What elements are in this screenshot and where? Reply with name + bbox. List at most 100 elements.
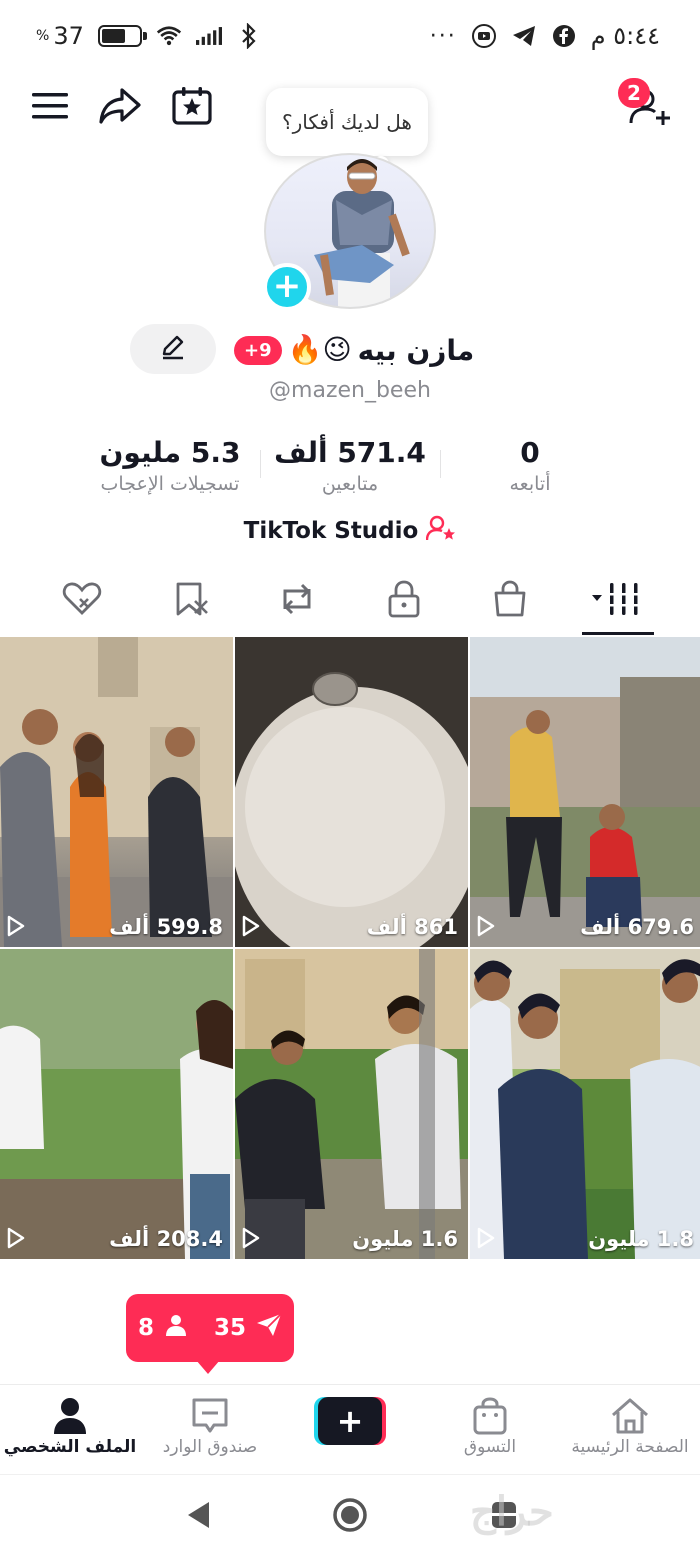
wifi-icon: [156, 23, 182, 49]
nav-profile[interactable]: الملف الشخصي: [0, 1395, 140, 1457]
shop-bag-icon: [420, 1395, 560, 1437]
back-triangle-icon: [185, 1500, 211, 1534]
heart-hidden-icon: [62, 581, 102, 621]
nav-shop-label: التسوق: [463, 1437, 517, 1457]
pencil-icon: [160, 334, 186, 364]
view-count: 1.6 مليون: [352, 1227, 458, 1251]
repost-icon: [277, 581, 317, 621]
add-story-button[interactable]: +: [263, 263, 311, 311]
view-count: 599.8 ألف: [109, 915, 223, 939]
stat-following[interactable]: 0 أتابعه: [430, 436, 630, 495]
tab-private[interactable]: [372, 572, 436, 630]
video-thumbnail[interactable]: 679.6 ألف: [470, 637, 700, 947]
video-thumbnail[interactable]: 599.8 ألف: [0, 637, 233, 947]
tab-favorites[interactable]: [160, 572, 224, 630]
friend-requests-badge: 2: [618, 78, 650, 108]
video-thumbnail[interactable]: 861 ألف: [235, 637, 468, 947]
calendar-button[interactable]: [164, 78, 220, 138]
share-arrow-icon: [98, 87, 142, 129]
watermark-logo: حراج: [470, 1488, 554, 1535]
nav-profile-label: الملف الشخصي: [3, 1437, 137, 1457]
view-count: 208.4 ألف: [109, 1227, 223, 1251]
profile-icon: [0, 1395, 140, 1437]
play-icon: [6, 915, 26, 937]
lock-icon: [387, 580, 421, 622]
notification-badge[interactable]: +9: [234, 335, 282, 365]
play-icon: [476, 915, 496, 937]
bottom-nav: الملف الشخصي صندوق الوارد + التسوق الصفح…: [0, 1384, 700, 1472]
thumbnail-image: [235, 637, 468, 947]
view-count: 679.6 ألف: [580, 915, 694, 939]
person-icon: [164, 1313, 188, 1343]
nav-shop[interactable]: التسوق: [420, 1395, 560, 1457]
home-circle-icon: [332, 1497, 368, 1537]
thumbnail-image: [0, 949, 233, 1259]
stat-followers[interactable]: 571.4 ألف متابعين: [250, 436, 450, 495]
thumbnail-image: [470, 949, 700, 1259]
video-thumbnail[interactable]: 1.8 مليون: [470, 949, 700, 1259]
tab-videos[interactable]: [586, 572, 650, 630]
inbox-icon: [140, 1395, 280, 1437]
facebook-icon: [551, 23, 577, 49]
video-thumbnail[interactable]: 1.6 مليون: [235, 949, 468, 1259]
popup-tail: [196, 1360, 220, 1374]
tab-liked[interactable]: [50, 572, 114, 630]
percent-sign: %: [36, 28, 50, 44]
active-tab-indicator: [582, 632, 654, 635]
tiktok-studio-link[interactable]: TikTok Studio: [0, 514, 700, 548]
view-count: 1.8 مليون: [588, 1227, 694, 1251]
home-icon: [560, 1395, 700, 1437]
following-label: أتابعه: [509, 473, 551, 495]
studio-label: TikTok Studio: [243, 518, 419, 544]
people-count: 8: [137, 1315, 154, 1341]
calendar-star-icon: [172, 87, 212, 129]
name-emojis: 🔥😉: [287, 333, 352, 366]
user-star-icon: [426, 514, 456, 548]
play-icon: [241, 915, 261, 937]
youtube-icon: [471, 23, 497, 49]
status-bar: % 37 ··· ٥:٤٤ م: [0, 0, 700, 72]
likes-label: تسجيلات الإعجاب: [100, 473, 240, 495]
grid-dropdown-icon: [592, 581, 644, 621]
create-button[interactable]: +: [314, 1397, 386, 1445]
thumbnail-image: [470, 637, 700, 947]
battery-level: 37: [53, 22, 84, 50]
status-right: ··· ٥:٤٤ م: [430, 22, 660, 50]
battery-icon: [97, 25, 147, 47]
clock: ٥:٤٤ م: [590, 22, 660, 50]
home-button[interactable]: [332, 1497, 368, 1537]
nav-home[interactable]: الصفحة الرئيسية: [560, 1395, 700, 1457]
followers-count: 571.4 ألف: [274, 436, 426, 469]
more-notifications: ···: [429, 23, 457, 49]
stat-likes[interactable]: 5.3 مليون تسجيلات الإعجاب: [70, 436, 270, 495]
video-thumbnail[interactable]: 208.4 ألف: [0, 949, 233, 1259]
stats-row: 0 أتابعه 571.4 ألف متابعين 5.3 مليون تسج…: [0, 436, 700, 506]
view-count: 861 ألف: [366, 915, 458, 939]
menu-button[interactable]: [22, 78, 78, 138]
video-grid: 599.8 ألف 861 ألف 679.6 ألف 208.4 ألف 1.…: [0, 637, 700, 1259]
telegram-icon: [511, 23, 537, 49]
tab-shop[interactable]: [478, 572, 542, 630]
thumbnail-image: [0, 637, 233, 947]
play-icon: [476, 1227, 496, 1249]
likes-count: 5.3 مليون: [99, 436, 241, 469]
name-row: +9 🔥😉 مازن بيه: [234, 328, 474, 372]
activity-popup[interactable]: 8 35: [126, 1294, 294, 1362]
send-icon: [256, 1313, 282, 1343]
play-icon: [241, 1227, 261, 1249]
back-button[interactable]: [180, 1499, 216, 1535]
shares-count: 35: [214, 1315, 247, 1341]
ideas-bubble[interactable]: هل لديك أفكار؟: [266, 88, 428, 156]
ideas-text: هل لديك أفكار؟: [282, 110, 412, 134]
plus-icon: +: [272, 265, 302, 306]
tab-reposts[interactable]: [265, 572, 329, 630]
followers-label: متابعين: [321, 473, 379, 495]
nav-inbox[interactable]: صندوق الوارد: [140, 1395, 280, 1457]
edit-profile-button[interactable]: [130, 324, 216, 374]
thumbnail-image: [235, 949, 468, 1259]
status-left: % 37: [36, 22, 262, 50]
shopping-bag-icon: [492, 580, 528, 622]
system-nav-bar: [0, 1474, 700, 1556]
share-profile-button[interactable]: [92, 78, 148, 138]
display-name: مازن بيه: [357, 333, 475, 367]
